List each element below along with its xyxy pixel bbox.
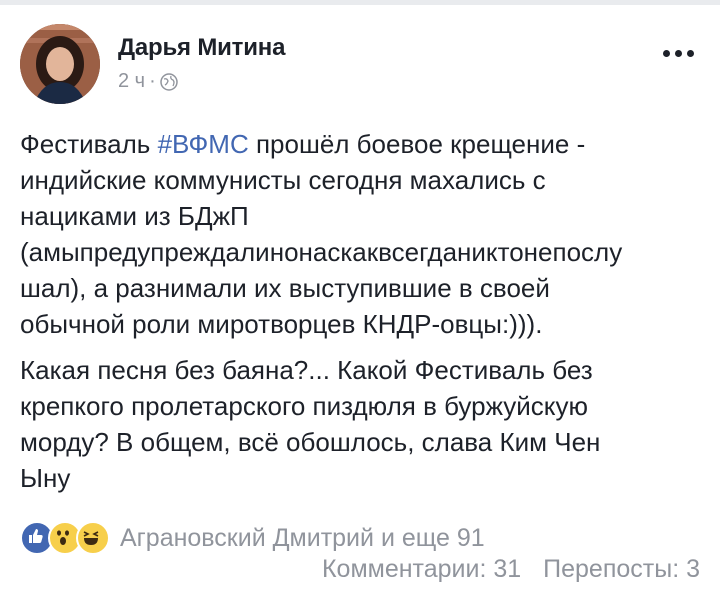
hashtag-link[interactable]: #ВФМС [158,129,249,159]
post-time[interactable]: 2 ч [118,70,145,93]
meta-separator: · [149,70,156,92]
more-icon[interactable] [654,38,702,68]
avatar[interactable] [20,24,100,104]
post-paragraph-1: Фестиваль #ВФМС прошёл боевое крещение -… [20,129,623,339]
post-paragraph-2: Какая песня без баяна?... Какой Фестивал… [20,355,601,493]
post-counts: Комментарии: 31 Перепосты: 3 [322,555,700,584]
author-name[interactable]: Дарья Митина [118,34,285,62]
haha-icon [76,521,110,555]
more-dot [686,49,694,57]
post-text: Фестиваль #ВФМС прошёл боевое крещение -… [20,126,710,496]
top-divider [0,0,720,5]
shares-count[interactable]: Перепосты: 3 [543,555,700,584]
reactions-bar[interactable]: Аграновский Дмитрий и еще 91 [20,521,485,555]
post-meta: 2 ч · [118,70,178,93]
more-dot [674,49,682,57]
comments-count[interactable]: Комментарии: 31 [322,555,521,584]
more-dot [662,49,670,57]
globe-icon [160,72,178,91]
reactions-summary[interactable]: Аграновский Дмитрий и еще 91 [120,524,485,553]
